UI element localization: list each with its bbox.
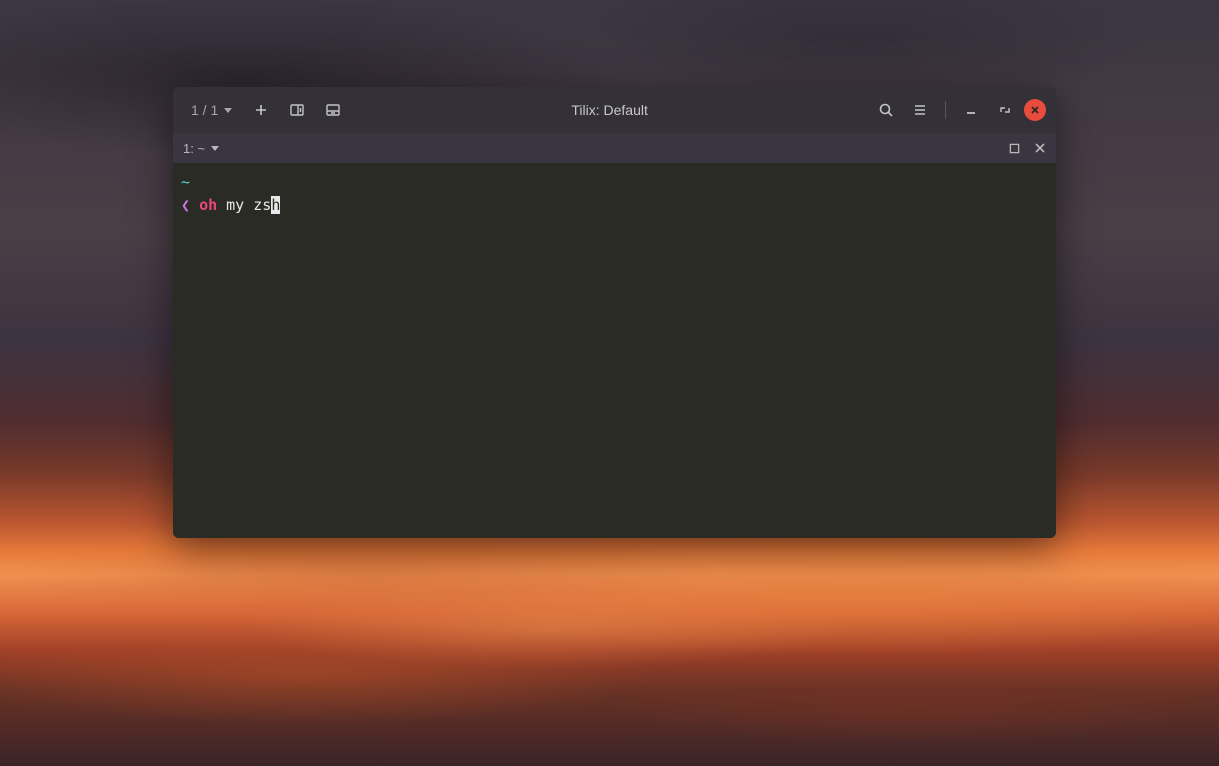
search-icon — [878, 102, 894, 118]
split-right-icon — [289, 102, 305, 118]
terminal-cwd-line: ~ — [181, 171, 1048, 194]
terminal-tab-label: 1: ~ — [183, 141, 205, 156]
maximize-button[interactable] — [990, 95, 1020, 125]
close-button[interactable] — [1024, 99, 1046, 121]
square-icon — [1009, 143, 1020, 154]
search-button[interactable] — [871, 95, 901, 125]
tilix-window: 1 / 1 — [173, 87, 1056, 538]
command-first-word: oh — [199, 196, 217, 214]
titlebar-left: 1 / 1 — [183, 95, 348, 125]
new-session-button[interactable] — [246, 95, 276, 125]
chevron-down-icon — [224, 108, 232, 113]
tab-maximize-button[interactable] — [1009, 143, 1020, 154]
window-title: Tilix: Default — [348, 102, 871, 118]
titlebar-divider — [945, 101, 946, 119]
terminal-tab-selector[interactable]: 1: ~ — [183, 141, 219, 156]
prompt-symbol: ❮ — [181, 196, 190, 214]
maximize-icon — [997, 102, 1013, 118]
terminal-tabbar: 1: ~ — [173, 133, 1056, 163]
menu-button[interactable] — [905, 95, 935, 125]
split-down-button[interactable] — [318, 95, 348, 125]
terminal-cursor: h — [271, 196, 280, 214]
close-icon — [1029, 104, 1041, 116]
close-icon — [1034, 142, 1046, 154]
tab-controls — [1009, 142, 1046, 154]
session-indicator-text: 1 / 1 — [191, 102, 218, 118]
terminal-prompt-line: ❮ oh my zsh — [181, 194, 1048, 217]
cwd-indicator: ~ — [181, 173, 190, 191]
minimize-icon — [963, 102, 979, 118]
tab-close-button[interactable] — [1034, 142, 1046, 154]
terminal-content[interactable]: ~ ❮ oh my zsh — [173, 163, 1056, 538]
session-selector[interactable]: 1 / 1 — [183, 98, 240, 122]
minimize-button[interactable] — [956, 95, 986, 125]
split-down-icon — [325, 102, 341, 118]
split-right-button[interactable] — [282, 95, 312, 125]
titlebar[interactable]: 1 / 1 — [173, 87, 1056, 133]
hamburger-icon — [912, 102, 928, 118]
command-rest: my zs — [226, 196, 271, 214]
titlebar-right — [871, 95, 1046, 125]
plus-icon — [253, 102, 269, 118]
chevron-down-icon — [211, 146, 219, 151]
